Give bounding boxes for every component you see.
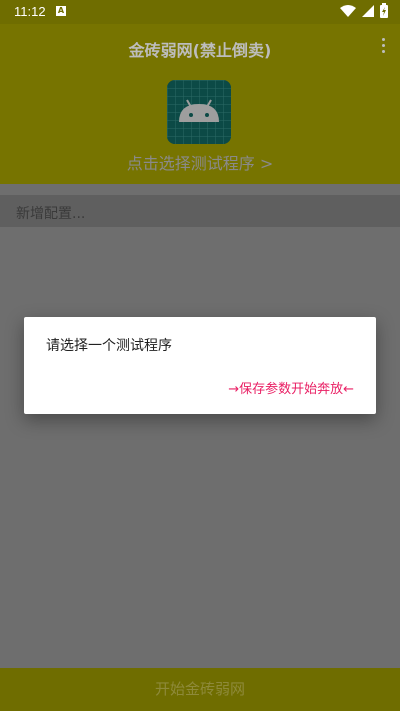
battery-icon: [380, 3, 388, 18]
status-time: 11:12: [14, 4, 46, 19]
app-title: 金砖弱网(禁止倒卖): [128, 41, 272, 60]
status-bar: 11:12 A: [0, 0, 400, 24]
status-icons: [340, 3, 388, 18]
app-icon[interactable]: [167, 80, 231, 144]
add-config-label: 新增配置...: [16, 206, 86, 222]
app-header: 金砖弱网(禁止倒卖) 点击选择测试程序 >: [0, 24, 400, 184]
add-config-row[interactable]: 新增配置...: [0, 195, 400, 227]
dialog-message: 请选择一个测试程序: [46, 338, 172, 354]
wifi-icon: [340, 4, 356, 17]
alert-dialog: 请选择一个测试程序 →保存参数开始奔放←: [24, 317, 376, 414]
start-button[interactable]: 开始金砖弱网: [0, 668, 400, 711]
android-icon: [167, 80, 231, 144]
signal-icon: [362, 4, 374, 17]
save-start-button[interactable]: →保存参数开始奔放←: [228, 378, 354, 397]
more-vert-icon[interactable]: [380, 38, 386, 56]
notification-icon: A: [56, 6, 66, 16]
select-program-link[interactable]: 点击选择测试程序 >: [0, 150, 400, 174]
